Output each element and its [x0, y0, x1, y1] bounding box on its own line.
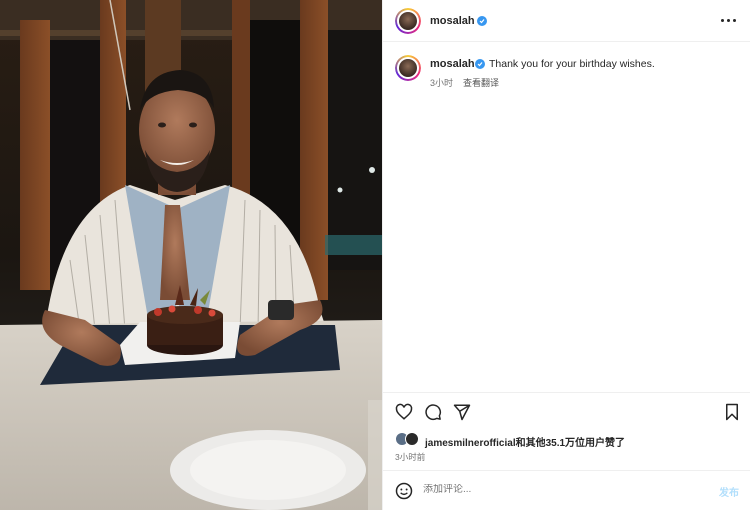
post-time: 3小时前 — [395, 452, 426, 462]
emoji-icon[interactable] — [395, 482, 413, 500]
heart-icon[interactable] — [395, 403, 413, 421]
likes-text: jamesmilnerofficial和其他35.1万位用户赞了 — [425, 434, 625, 449]
comment-input[interactable] — [423, 484, 683, 495]
post-photo[interactable] — [0, 0, 382, 510]
caption-text: Thank you for your birthday wishes. — [489, 58, 655, 70]
send-icon[interactable] — [453, 403, 471, 421]
bookmark-icon[interactable] — [724, 403, 740, 421]
author-avatar[interactable] — [395, 8, 421, 34]
more-options-icon[interactable] — [721, 14, 737, 26]
caption-avatar[interactable] — [395, 55, 421, 81]
comment-bar: 发布 — [383, 470, 750, 510]
liked-by-username[interactable]: jamesmilnerofficial — [425, 438, 516, 449]
post-details: mosalah mosalah Thank you for your birth… — [382, 0, 750, 510]
action-bar — [383, 392, 750, 432]
post-modal: mosalah mosalah Thank you for your birth… — [0, 0, 750, 510]
see-translation-link[interactable]: 查看翻译 — [463, 76, 499, 89]
caption-username[interactable]: mosalah — [430, 58, 475, 70]
post-header: mosalah — [383, 0, 750, 42]
verified-badge-icon — [475, 59, 485, 69]
caption-time[interactable]: 3小时 — [430, 76, 453, 89]
verified-badge-icon — [477, 16, 487, 26]
likes-count-text[interactable]: 和其他35.1万位用户赞了 — [516, 438, 625, 449]
author-username[interactable]: mosalah — [430, 15, 475, 27]
birthday-photo — [0, 0, 382, 510]
liker-avatar[interactable] — [405, 432, 419, 446]
comment-icon[interactable] — [424, 403, 442, 421]
post-comment-button[interactable]: 发布 — [719, 484, 739, 499]
